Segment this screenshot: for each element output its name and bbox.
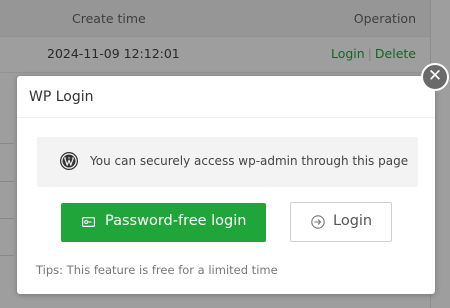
arrow-right-circle-icon <box>311 215 325 229</box>
wp-login-dialog: WP Login You can securely access wp-admi… <box>17 76 435 294</box>
dialog-title: WP Login <box>17 76 435 118</box>
password-free-login-button[interactable]: Password-free login <box>61 203 266 242</box>
close-icon[interactable]: ✕ <box>421 63 449 91</box>
password-free-login-label: Password-free login <box>105 213 247 229</box>
info-text: You can securely access wp-admin through… <box>90 154 409 168</box>
key-card-icon <box>82 217 95 227</box>
login-button[interactable]: Login <box>290 202 392 242</box>
login-label: Login <box>333 213 373 229</box>
info-box: You can securely access wp-admin through… <box>37 137 418 187</box>
tips-text: Tips: This feature is free for a limited… <box>36 263 278 277</box>
wordpress-icon <box>60 152 78 170</box>
